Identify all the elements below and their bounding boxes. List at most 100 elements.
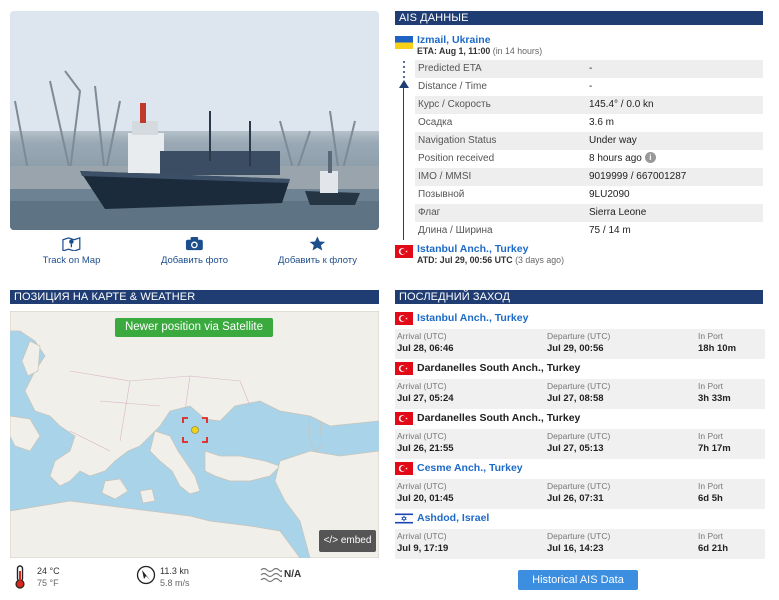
arrival-label: Arrival (UTC): [397, 331, 447, 341]
waves-icon: [260, 565, 283, 587]
departure-value: Jul 16, 14:23: [547, 543, 604, 554]
port-call-item: Ashdod, Israel Arrival (UTC) Jul 9, 17:19…: [395, 509, 765, 559]
add-to-fleet-label: Добавить к флоту: [278, 255, 357, 266]
temperature-fahrenheit: 75 °F: [37, 578, 59, 588]
ais-row-position-received: Position received 8 hours ago i: [415, 150, 763, 168]
map-section-header: ПОЗИЦИЯ НА КАРТЕ & WEATHER: [10, 290, 379, 304]
turkey-flag-icon: [395, 312, 413, 325]
port-calls-header: ПОСЛЕДНИЙ ЗАХОД: [395, 290, 763, 304]
in-port-value: 18h 10m: [698, 343, 737, 354]
wind: 11.3 kn 5.8 m/s: [136, 563, 246, 593]
ais-row-course-speed: Курс / Скорость 145.4° / 0.0 kn: [415, 96, 763, 114]
historical-ais-data-button[interactable]: Historical AIS Data: [518, 570, 638, 590]
atd-value: ATD: Jul 29, 00:56 UTC: [417, 255, 513, 265]
departure-label: Departure (UTC): [547, 331, 611, 341]
eta-value: ETA: Aug 1, 11:00: [417, 46, 491, 56]
thermometer-icon: [13, 565, 27, 591]
arrival-label: Arrival (UTC): [397, 531, 447, 541]
origin-port: Istanbul Anch., Turkey ATD: Jul 29, 00:5…: [395, 243, 765, 269]
turkey-flag-icon: [395, 462, 413, 475]
in-port-label: In Port: [698, 531, 724, 541]
origin-port-link[interactable]: Istanbul Anch., Turkey: [417, 243, 528, 255]
port-call-item: Istanbul Anch., Turkey Arrival (UTC) Jul …: [395, 309, 765, 359]
arrival-value: Jul 20, 01:45: [397, 493, 454, 504]
info-icon[interactable]: i: [644, 152, 656, 163]
port-call-name: Dardanelles South Anch., Turkey: [417, 412, 581, 424]
ais-row-length-beam: Длина / Ширина 75 / 14 m: [418, 225, 631, 236]
route-line: [403, 87, 404, 240]
in-port-value: 3h 33m: [698, 393, 731, 404]
port-calls-list: Istanbul Anch., Turkey Arrival (UTC) Jul …: [395, 309, 765, 559]
temperature-celsius: 24 °C: [37, 566, 60, 576]
ais-section-header: AIS ДАННЫЕ: [395, 11, 763, 25]
port-call-link[interactable]: Ashdod, Israel: [417, 512, 489, 524]
arrival-value: Jul 9, 17:19: [397, 543, 449, 554]
temperature: 24 °C 75 °F: [13, 563, 123, 593]
vessel-photo[interactable]: [10, 11, 379, 230]
arrival-label: Arrival (UTC): [397, 381, 447, 391]
departure-label: Departure (UTC): [547, 481, 611, 491]
in-port-label: In Port: [698, 381, 724, 391]
arrival-value: Jul 26, 21:55: [397, 443, 454, 454]
departure-label: Departure (UTC): [547, 381, 611, 391]
track-on-map-label: Track on Map: [42, 255, 101, 266]
camera-icon: [133, 236, 256, 252]
eta-relative: (in 14 hours): [492, 46, 543, 56]
vessel-marker[interactable]: [182, 417, 208, 443]
waves: N/A: [260, 563, 370, 593]
departure-value: Jul 29, 00:56: [547, 343, 604, 354]
port-call-name: Dardanelles South Anch., Turkey: [417, 362, 581, 374]
port-call-item: Dardanelles South Anch., Turkey Arrival …: [395, 359, 765, 409]
ais-row-predicted-eta: Predicted ETA -: [415, 60, 763, 78]
port-call-item: Dardanelles South Anch., Turkey Arrival …: [395, 409, 765, 459]
port-call-link[interactable]: Istanbul Anch., Turkey: [417, 312, 528, 324]
map-pin-icon: [10, 236, 133, 252]
arrival-label: Arrival (UTC): [397, 431, 447, 441]
destination-eta: ETA: Aug 1, 11:00 (in 14 hours): [417, 46, 542, 56]
port-call-link[interactable]: Cesme Anch., Turkey: [417, 462, 523, 474]
turkey-flag-icon: [395, 362, 413, 375]
arrival-value: Jul 28, 06:46: [397, 343, 454, 354]
in-port-value: 6d 5h: [698, 493, 723, 504]
wind-speed-ms: 5.8 m/s: [160, 578, 190, 588]
arrival-value: Jul 27, 05:24: [397, 393, 454, 404]
weather-bar: 24 °C 75 °F 11.3 kn 5.8 m/s N/A: [10, 563, 379, 593]
compass-icon: [136, 565, 156, 587]
arrival-label: Arrival (UTC): [397, 481, 447, 491]
turkey-flag-icon: [395, 412, 413, 425]
israel-flag-icon: [395, 512, 413, 525]
in-port-label: In Port: [698, 331, 724, 341]
port-call-item: Cesme Anch., Turkey Arrival (UTC) Jul 20,…: [395, 459, 765, 509]
turkey-flag-icon: [395, 245, 413, 258]
in-port-value: 7h 17m: [698, 443, 731, 454]
satellite-position-button[interactable]: Newer position via Satellite: [115, 318, 273, 337]
wave-height: N/A: [284, 569, 302, 580]
in-port-label: In Port: [698, 431, 724, 441]
ais-row-draught: Осадка 3.6 m: [418, 117, 615, 128]
vessel-position-map[interactable]: [10, 311, 379, 558]
destination-port: Izmail, Ukraine ETA: Aug 1, 11:00 (in 14…: [395, 34, 765, 60]
destination-port-link[interactable]: Izmail, Ukraine: [417, 34, 491, 46]
embed-button[interactable]: </> embed: [319, 530, 376, 552]
in-port-label: In Port: [698, 481, 724, 491]
in-port-value: 6d 21h: [698, 543, 729, 554]
ais-row-imo-mmsi: IMO / MMSI 9019999 / 667001287: [415, 168, 763, 186]
add-photo-button[interactable]: Добавить фото: [133, 236, 256, 270]
vessel-actions: Track on Map Добавить фото Добавить к фл…: [10, 236, 379, 270]
atd-relative: (3 days ago): [515, 255, 565, 265]
position-received-value: 8 hours ago: [589, 153, 642, 164]
departure-value: Jul 27, 08:58: [547, 393, 604, 404]
wind-speed-knots: 11.3 kn: [160, 566, 189, 576]
star-icon: [256, 236, 379, 252]
departure-value: Jul 26, 07:31: [547, 493, 604, 504]
departure-label: Departure (UTC): [547, 431, 611, 441]
departure-label: Departure (UTC): [547, 531, 611, 541]
ukraine-flag-icon: [395, 36, 413, 49]
ais-data-table: Predicted ETA - Distance / Time - Курс / С…: [415, 60, 763, 240]
add-photo-label: Добавить фото: [160, 255, 229, 266]
ais-row-distance: Distance / Time -: [418, 81, 593, 92]
ais-row-flag: Флаг Sierra Leone: [415, 204, 763, 222]
ais-row-callsign: Позывной 9LU2090: [418, 189, 630, 200]
add-to-fleet-button[interactable]: Добавить к флоту: [256, 236, 379, 270]
track-on-map-button[interactable]: Track on Map: [10, 236, 133, 270]
